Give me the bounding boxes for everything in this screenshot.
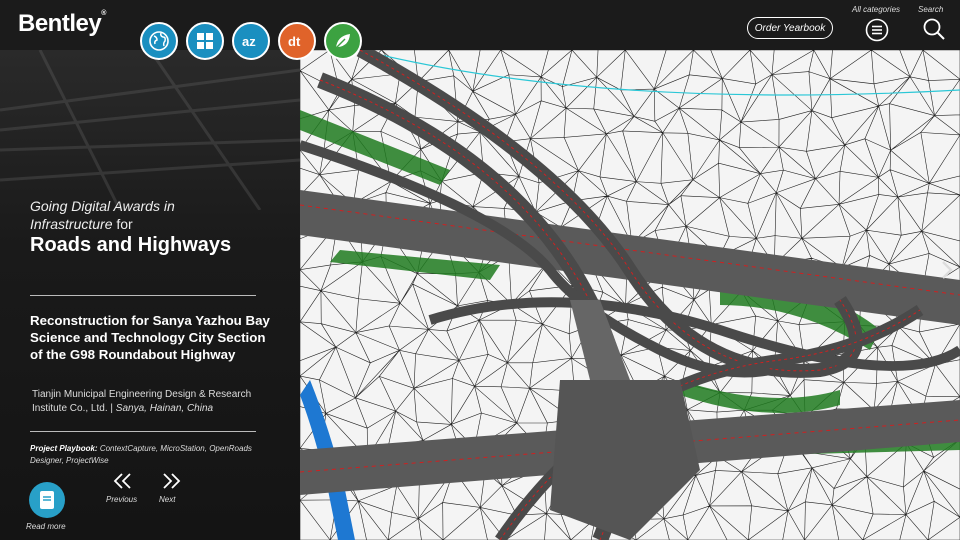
project-title: Reconstruction for Sanya Yazhou Bay Scie…: [30, 313, 270, 362]
award-for: for: [116, 216, 133, 232]
read-more-button[interactable]: [29, 482, 65, 518]
search-icon[interactable]: [922, 17, 946, 41]
panel-background-render: [0, 50, 300, 210]
svg-text:az: az: [242, 34, 256, 49]
az-icon[interactable]: az: [232, 22, 270, 60]
organization-line: Tianjin Municipal Engineering Design & R…: [32, 388, 282, 416]
divider: [30, 431, 256, 432]
grid-icon[interactable]: [186, 22, 224, 60]
category-title: Roads and Highways: [30, 234, 232, 256]
bentley-logo[interactable]: Bentley®: [18, 10, 106, 38]
search-label: Search: [918, 5, 944, 14]
award-prefix: Going Digital Awards in Infrastructure: [30, 198, 175, 232]
read-more-label[interactable]: Read more: [26, 522, 66, 531]
all-categories-label: All categories: [852, 5, 901, 14]
menu-icon[interactable]: [865, 18, 889, 42]
category-nav: az dt: [140, 22, 362, 60]
project-playbook: Project Playbook: ContextCapture, MicroS…: [30, 443, 260, 467]
previous-label[interactable]: Previous: [106, 495, 137, 504]
previous-icon[interactable]: [113, 472, 133, 490]
brand-mark: ®: [101, 10, 106, 17]
leaf-icon[interactable]: [324, 22, 362, 60]
project-info-panel: Going Digital Awards in Infrastructure f…: [0, 50, 300, 540]
divider: [30, 295, 256, 296]
order-yearbook-button[interactable]: Order Yearbook: [747, 17, 833, 39]
globe-icon[interactable]: [140, 22, 178, 60]
dt-icon[interactable]: dt: [278, 22, 316, 60]
project-location: Sanya, Hainan, China: [115, 403, 214, 414]
playbook-label: Project Playbook:: [30, 444, 98, 453]
brand-name: Bentley: [18, 10, 102, 37]
award-heading: Going Digital Awards in Infrastructure f…: [30, 197, 260, 233]
separator: |: [110, 403, 113, 414]
project-render-image: [300, 50, 960, 540]
svg-text:dt: dt: [288, 34, 301, 49]
interchange-roads: [300, 50, 960, 540]
next-slide-icon[interactable]: [938, 258, 956, 282]
book-icon: [40, 491, 54, 509]
next-label[interactable]: Next: [159, 495, 175, 504]
next-icon[interactable]: [161, 472, 181, 490]
